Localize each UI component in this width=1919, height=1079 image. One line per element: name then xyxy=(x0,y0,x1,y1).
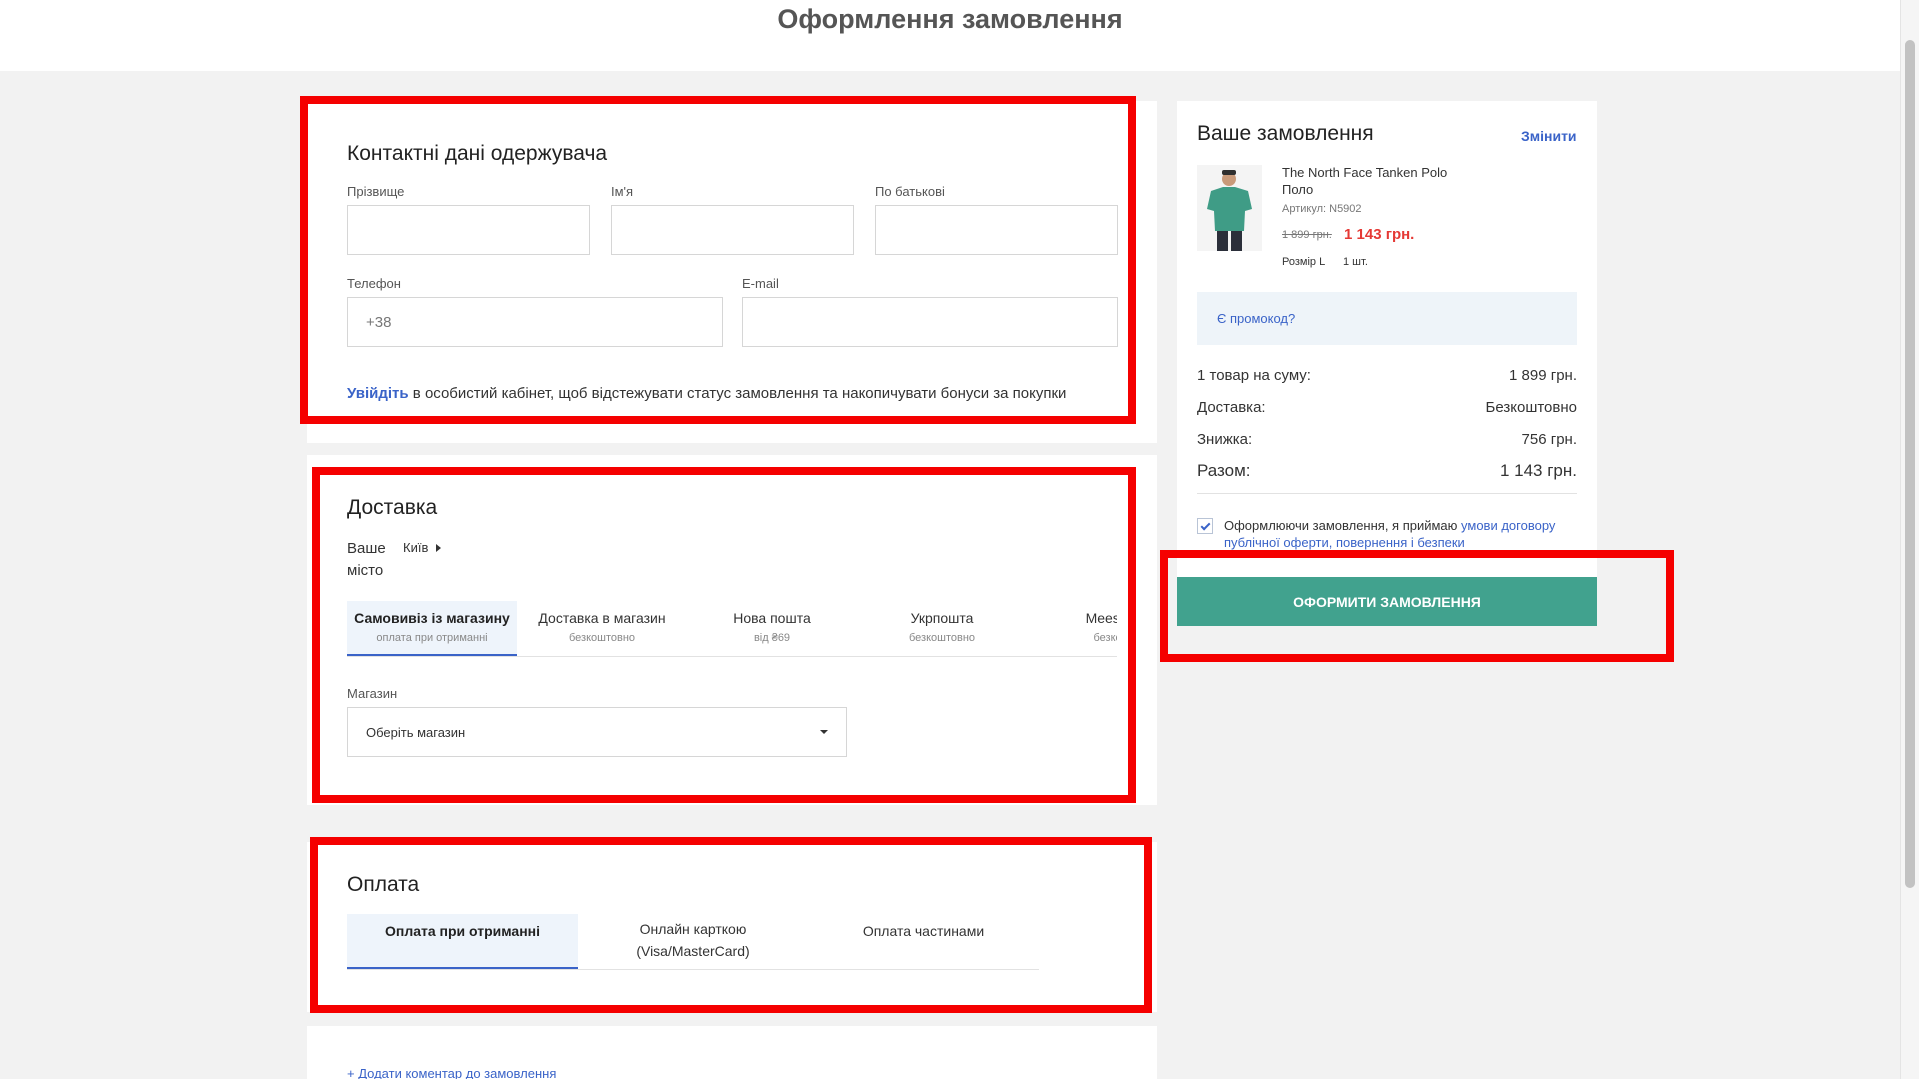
payment-tabs: Оплата при отриманні Онлайн карткою (Vis… xyxy=(347,914,1039,970)
phone-value: +38 xyxy=(366,313,392,331)
tab-delivery-to-store[interactable]: Доставка в магазин безкоштовно xyxy=(517,601,687,656)
phone-label: Телефон xyxy=(347,276,401,291)
tab-meest[interactable]: Meest-П безкош xyxy=(1027,601,1117,656)
old-price: 1 899 грн. xyxy=(1282,229,1332,241)
delivery-title: Доставка xyxy=(347,496,438,519)
patronymic-label: По батькові xyxy=(875,184,945,199)
email-field[interactable] xyxy=(742,297,1118,347)
delivery-cost-row: Доставка: Безкоштовно xyxy=(1197,399,1577,416)
items-sum-row: 1 товар на суму: 1 899 грн. xyxy=(1197,367,1577,384)
surname-field[interactable] xyxy=(347,205,590,255)
order-title: Ваше замовлення xyxy=(1197,122,1374,145)
checkout-button[interactable]: ОФОРМИТИ ЗАМОВЛЕННЯ xyxy=(1177,577,1597,626)
page-scrollbar[interactable] xyxy=(1900,0,1919,1079)
product-sku: Артикул: N5902 xyxy=(1282,203,1362,215)
chevron-down-icon xyxy=(820,730,828,734)
new-price: 1 143 грн. xyxy=(1344,226,1415,243)
surname-label: Прізвище xyxy=(347,184,405,199)
login-hint: Увійдіть в особистий кабінет, щоб відсте… xyxy=(347,385,1066,402)
page-title: Оформлення замовлення xyxy=(777,4,1123,34)
login-text: в особистий кабінет, щоб відстежувати ст… xyxy=(408,385,1067,402)
tab-pay-online-card[interactable]: Онлайн карткою (Visa/MasterCard) xyxy=(578,914,808,969)
scrollbar-thumb[interactable] xyxy=(1905,40,1915,888)
payment-title: Оплата xyxy=(347,873,420,896)
city-label: Ваше місто xyxy=(347,540,386,579)
total-row: Разом: 1 143 грн. xyxy=(1197,461,1577,494)
discount-row: Знижка: 756 грн. xyxy=(1197,431,1577,448)
city-value: Київ xyxy=(403,540,429,555)
name-field[interactable] xyxy=(611,205,854,255)
product-qty: 1 шт. xyxy=(1343,256,1368,268)
name-label: Ім'я xyxy=(611,184,634,199)
check-icon xyxy=(1200,520,1210,530)
agree-text: Оформлюючи замовлення, я приймаю умови д… xyxy=(1224,518,1556,550)
delivery-tabs: Самовивіз із магазину оплата при отриман… xyxy=(347,601,1117,657)
change-order-link[interactable]: Змінити xyxy=(1521,128,1577,144)
tab-pay-on-delivery[interactable]: Оплата при отриманні xyxy=(347,914,578,969)
tab-ukrposhta[interactable]: Укрпошта безкоштовно xyxy=(857,601,1027,656)
tab-pickup[interactable]: Самовивіз із магазину оплата при отриман… xyxy=(347,601,517,656)
polo-shirt-image xyxy=(1207,170,1252,251)
tab-pay-installments[interactable]: Оплата частинами xyxy=(808,914,1039,969)
store-label: Магазин xyxy=(347,686,398,701)
product-thumbnail[interactable] xyxy=(1197,165,1262,251)
product-size: Розмір L xyxy=(1282,256,1326,268)
city-selector[interactable]: Київ xyxy=(403,540,442,555)
promo-box[interactable]: Є промокод? xyxy=(1197,292,1577,345)
store-placeholder: Оберіть магазин xyxy=(366,724,466,740)
email-label: E-mail xyxy=(742,276,779,291)
tab-nova-poshta[interactable]: Нова пошта від ₴69 xyxy=(687,601,857,656)
store-select[interactable]: Оберіть магазин xyxy=(347,707,847,757)
login-link[interactable]: Увійдіть xyxy=(347,385,409,402)
phone-field[interactable]: +38 xyxy=(347,297,723,347)
add-comment-link[interactable]: + Додати коментар до замовлення xyxy=(347,1066,556,1079)
agree-checkbox[interactable] xyxy=(1197,518,1213,534)
caret-right-icon xyxy=(436,543,442,552)
product-name[interactable]: The North Face Tanken Polo Поло xyxy=(1282,164,1482,198)
patronymic-field[interactable] xyxy=(875,205,1118,255)
promo-link[interactable]: Є промокод? xyxy=(1217,311,1295,326)
contact-title: Контактні дані одержувача xyxy=(347,142,608,165)
